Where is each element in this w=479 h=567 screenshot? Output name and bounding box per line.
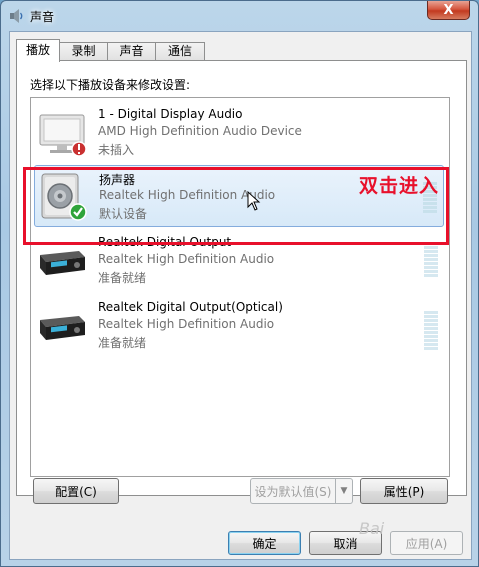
device-status: 准备就绪: [98, 336, 147, 350]
title-bar[interactable]: 声音 X: [1, 1, 478, 31]
device-driver: Realtek High Definition Audio: [98, 317, 275, 331]
button-label: 属性(P): [383, 484, 425, 499]
device-item-digital-output-optical[interactable]: Realtek Digital Output(Optical) Realtek …: [34, 295, 444, 357]
dialog-client-area: 播放 录制 声音 通信 选择以下播放设备来修改设置: 1 - Digital D…: [9, 31, 472, 560]
tab-sounds[interactable]: 声音: [107, 42, 156, 61]
annotation-text: 双击进入: [359, 175, 440, 197]
button-label: 配置(C): [55, 484, 97, 499]
tab-label: 录制: [71, 44, 96, 58]
button-label: 设为默认值(S): [254, 484, 332, 499]
monitor-icon: [39, 114, 87, 157]
device-name: 1 - Digital Display Audio: [98, 107, 243, 121]
sound-dialog-window: 声音 X 播放 录制 声音 通信 选择以下播放设备来修改设置: 1 - Digi…: [0, 0, 479, 567]
playback-panel: 选择以下播放设备来修改设置: 1 - Digital Display Audio: [16, 60, 467, 504]
close-icon: X: [443, 2, 454, 18]
tab-label: 声音: [119, 44, 144, 58]
tab-recording[interactable]: 录制: [59, 42, 108, 61]
device-list[interactable]: 1 - Digital Display Audio AMD High Defin…: [30, 97, 450, 477]
window-title: 声音: [30, 10, 55, 24]
button-label: 确定: [252, 536, 277, 551]
button-label: 应用(A): [405, 536, 448, 551]
volume-meter: [424, 246, 438, 284]
tab-communications[interactable]: 通信: [155, 42, 205, 61]
properties-button[interactable]: 属性(P): [360, 478, 448, 504]
set-default-button[interactable]: 设为默认值(S): [250, 478, 336, 504]
instruction-text: 选择以下播放设备来修改设置:: [30, 78, 191, 92]
configure-button[interactable]: 配置(C): [33, 478, 119, 504]
set-default-dropdown-arrow[interactable]: ▼: [336, 478, 353, 504]
device-name: Realtek Digital Output(Optical): [98, 300, 283, 314]
cancel-button[interactable]: 取消: [309, 531, 382, 555]
device-status: 默认设备: [99, 207, 148, 221]
device-name: 扬声器: [99, 173, 136, 187]
device-name: Realtek Digital Output: [98, 235, 232, 249]
device-driver: Realtek High Definition Audio: [98, 252, 275, 266]
device-status: 准备就绪: [98, 271, 147, 285]
device-item-digital-output[interactable]: Realtek Digital Output Realtek High Defi…: [34, 230, 444, 292]
speaker-app-icon: [10, 9, 23, 23]
mouse-cursor-icon: [247, 191, 261, 211]
tab-playback[interactable]: 播放: [16, 39, 60, 62]
button-label: 取消: [333, 536, 358, 551]
device-item-digital-display-audio[interactable]: 1 - Digital Display Audio AMD High Defin…: [34, 102, 444, 164]
tab-label: 通信: [167, 44, 192, 58]
chevron-down-icon: ▼: [340, 486, 348, 496]
ok-button[interactable]: 确定: [228, 531, 301, 555]
device-status: 未插入: [98, 143, 135, 157]
speaker-icon: [41, 173, 87, 221]
volume-meter: [424, 311, 438, 350]
digital-receiver-icon: [40, 316, 85, 340]
apply-button[interactable]: 应用(A): [390, 531, 463, 555]
digital-receiver-icon: [40, 251, 85, 275]
close-button[interactable]: X: [427, 1, 470, 20]
tab-label: 播放: [25, 43, 50, 57]
device-driver: AMD High Definition Audio Device: [98, 124, 302, 138]
